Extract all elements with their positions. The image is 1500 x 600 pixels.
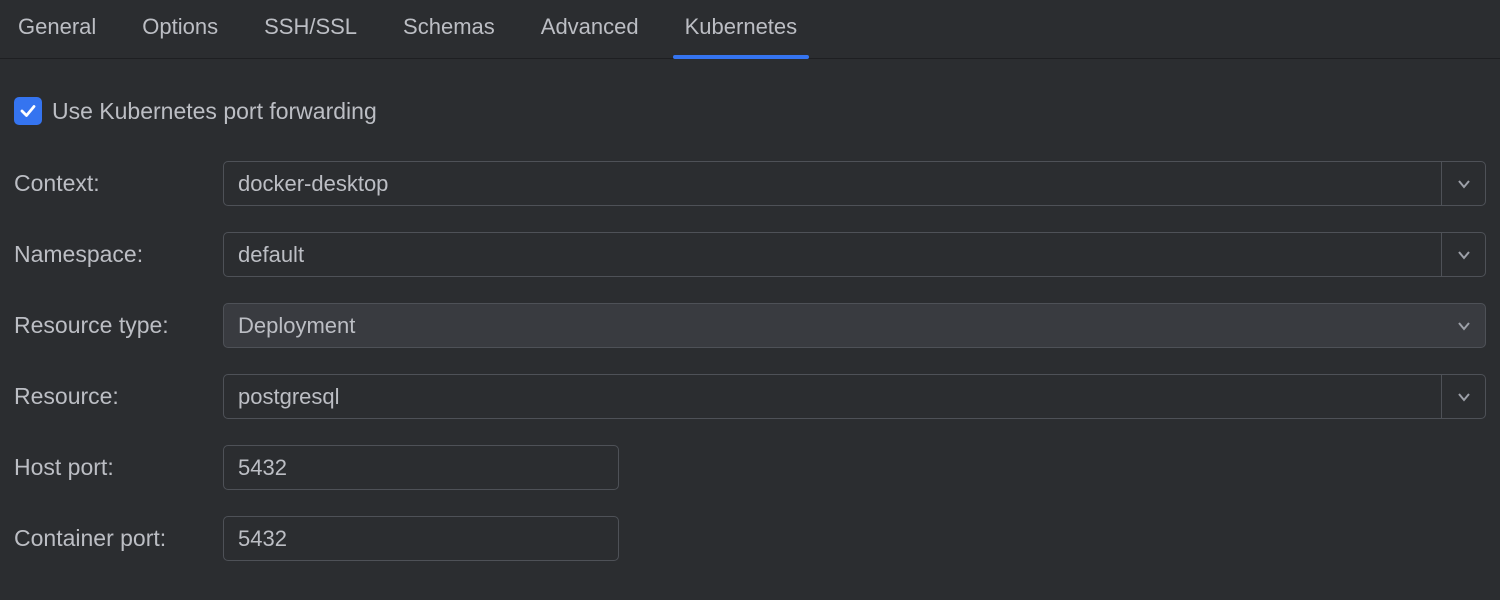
tab-ssh-ssl[interactable]: SSH/SSL	[264, 14, 357, 58]
host-port-label: Host port:	[14, 454, 223, 481]
resource-type-label: Resource type:	[14, 312, 223, 339]
kubernetes-panel: Use Kubernetes port forwarding Context: …	[0, 59, 1500, 561]
resource-combo: postgresql	[223, 374, 1486, 419]
container-port-row: Container port: 5432	[14, 516, 1486, 561]
tab-kubernetes[interactable]: Kubernetes	[685, 14, 798, 58]
chevron-down-icon	[1457, 250, 1471, 260]
namespace-row: Namespace: default	[14, 232, 1486, 277]
host-port-input[interactable]: 5432	[223, 445, 619, 490]
namespace-combo: default	[223, 232, 1486, 277]
context-dropdown-button[interactable]	[1442, 161, 1486, 206]
port-forwarding-checkbox[interactable]	[14, 97, 42, 125]
resource-type-value: Deployment	[238, 313, 355, 339]
context-row: Context: docker-desktop	[14, 161, 1486, 206]
check-icon	[18, 101, 38, 121]
tab-advanced[interactable]: Advanced	[541, 14, 639, 58]
namespace-input[interactable]: default	[223, 232, 1442, 277]
tab-options[interactable]: Options	[142, 14, 218, 58]
container-port-label: Container port:	[14, 525, 223, 552]
port-forwarding-label: Use Kubernetes port forwarding	[52, 98, 377, 125]
tab-general[interactable]: General	[18, 14, 96, 58]
namespace-label: Namespace:	[14, 241, 223, 268]
tab-bar: General Options SSH/SSL Schemas Advanced…	[0, 0, 1500, 59]
resource-type-select[interactable]: Deployment	[223, 303, 1486, 348]
tab-schemas[interactable]: Schemas	[403, 14, 495, 58]
context-label: Context:	[14, 170, 223, 197]
context-combo: docker-desktop	[223, 161, 1486, 206]
resource-input[interactable]: postgresql	[223, 374, 1442, 419]
context-input[interactable]: docker-desktop	[223, 161, 1442, 206]
resource-type-row: Resource type: Deployment	[14, 303, 1486, 348]
namespace-dropdown-button[interactable]	[1442, 232, 1486, 277]
resource-dropdown-button[interactable]	[1442, 374, 1486, 419]
chevron-down-icon	[1457, 392, 1471, 402]
resource-label: Resource:	[14, 383, 223, 410]
container-port-input[interactable]: 5432	[223, 516, 619, 561]
resource-row: Resource: postgresql	[14, 374, 1486, 419]
port-forwarding-row: Use Kubernetes port forwarding	[14, 97, 1486, 125]
chevron-down-icon	[1457, 179, 1471, 189]
host-port-row: Host port: 5432	[14, 445, 1486, 490]
chevron-down-icon	[1457, 321, 1471, 331]
